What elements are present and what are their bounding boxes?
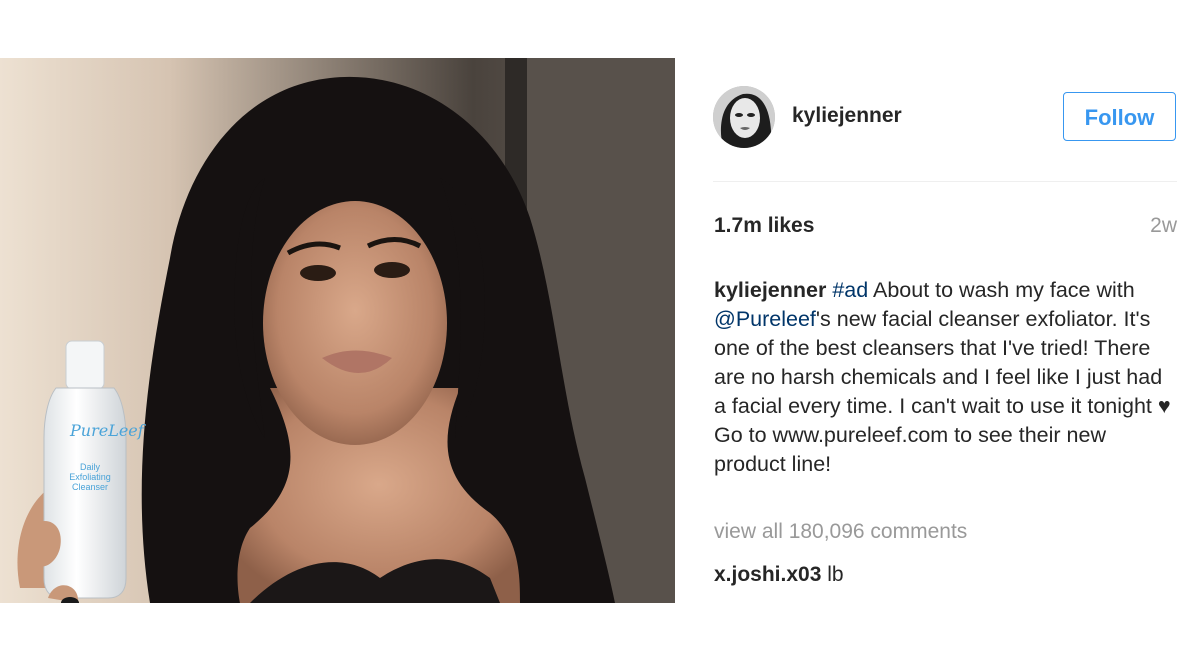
instagram-post: PureLeef Daily Exfoliating Cleanser kyli… bbox=[0, 0, 1180, 664]
caption-text-part2: 's new facial cleanser exfoliator. It's … bbox=[714, 307, 1171, 476]
bottle-label-line3: Cleanser bbox=[72, 482, 108, 492]
post-photo[interactable]: PureLeef Daily Exfoliating Cleanser bbox=[0, 58, 675, 603]
post-photo-illustration: PureLeef Daily Exfoliating Cleanser bbox=[0, 58, 675, 603]
bottle-label-line2: Exfoliating bbox=[69, 472, 111, 482]
post-stats: 1.7m likes 2w bbox=[713, 214, 1177, 242]
view-all-comments-link[interactable]: view all 180,096 comments bbox=[714, 520, 967, 544]
comment-item: x.joshi.x03 lb bbox=[714, 563, 844, 587]
post-age[interactable]: 2w bbox=[1150, 214, 1177, 238]
bottle-brand: PureLeef bbox=[69, 421, 147, 440]
bottle-label-line1: Daily bbox=[80, 462, 101, 472]
comment-text: lb bbox=[827, 563, 844, 586]
comment-username[interactable]: x.joshi.x03 bbox=[714, 563, 821, 586]
follow-button[interactable]: Follow bbox=[1063, 92, 1176, 141]
header-username[interactable]: kyliejenner bbox=[792, 104, 902, 128]
post-caption: kyliejenner #ad About to wash my face wi… bbox=[714, 276, 1176, 479]
caption-mention[interactable]: @Pureleef bbox=[714, 307, 816, 331]
caption-text-part1: About to wash my face with bbox=[868, 278, 1135, 302]
post-side-panel: kyliejenner Follow 1.7m likes 2w kylieje… bbox=[713, 58, 1177, 603]
post-header: kyliejenner Follow bbox=[713, 58, 1177, 182]
caption-hashtag[interactable]: #ad bbox=[832, 278, 868, 302]
avatar[interactable] bbox=[713, 86, 775, 148]
avatar-image bbox=[713, 86, 775, 148]
caption-username[interactable]: kyliejenner bbox=[714, 278, 826, 302]
likes-count[interactable]: 1.7m likes bbox=[714, 214, 814, 238]
